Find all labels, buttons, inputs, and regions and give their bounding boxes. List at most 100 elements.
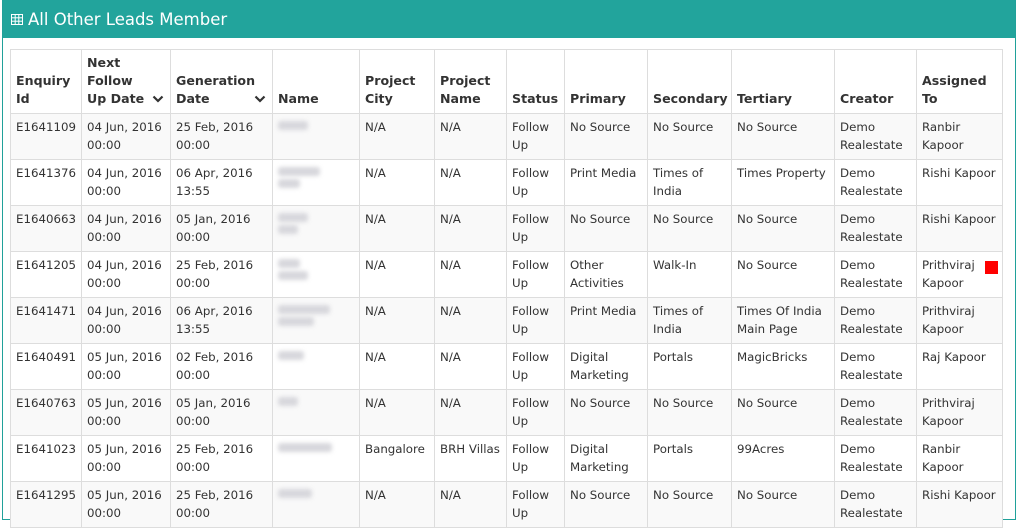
table-row[interactable]: E1641376 04 Jun, 2016 00:00 06 Apr, 2016 1…: [10, 159, 1003, 206]
redacted-name: [278, 305, 330, 314]
next-follow-up-cell: 04 Jun, 2016 00:00: [81, 297, 171, 344]
sort-chevron-down-icon[interactable]: [152, 93, 164, 105]
secondary-cell: Portals: [647, 343, 732, 390]
col-tertiary[interactable]: Tertiary: [731, 49, 835, 114]
status-cell: Follow Up: [506, 251, 565, 298]
generation-date-cell: 02 Feb, 2016 00:00: [170, 343, 273, 390]
generation-date-cell: 06 Apr, 2016 13:55: [170, 159, 273, 206]
sort-chevron-down-icon[interactable]: [254, 93, 266, 105]
col-name[interactable]: Name: [272, 49, 360, 114]
col-next-follow-up[interactable]: Next Follow Up Date: [81, 49, 171, 114]
tertiary-cell: No Source: [731, 205, 835, 252]
assigned-to-cell: Prithviraj Kapoor: [916, 389, 1003, 436]
creator-cell: Demo Realestate: [834, 297, 917, 344]
creator-cell: Demo Realestate: [834, 251, 917, 298]
redacted-name: [278, 167, 320, 176]
primary-cell: No Source: [564, 481, 648, 528]
assigned-to-cell: Prithviraj Kapoor: [916, 251, 1003, 298]
secondary-cell: No Source: [647, 481, 732, 528]
redacted-name: [278, 179, 300, 188]
col-enquiry-id[interactable]: Enquiry Id: [10, 49, 82, 114]
creator-cell: Demo Realestate: [834, 389, 917, 436]
col-secondary[interactable]: Secondary: [647, 49, 732, 114]
table-row[interactable]: E1640663 04 Jun, 2016 00:00 05 Jan, 2016 0…: [10, 205, 1003, 252]
project-name-cell: N/A: [434, 113, 507, 160]
status-cell: Follow Up: [506, 159, 565, 206]
enquiry-id-cell: E1641295: [10, 481, 82, 528]
tertiary-cell: No Source: [731, 251, 835, 298]
enquiry-id-cell: E1641376: [10, 159, 82, 206]
status-cell: Follow Up: [506, 297, 565, 344]
project-name-cell: N/A: [434, 389, 507, 436]
table-icon: [11, 10, 23, 29]
name-cell: [272, 159, 360, 206]
table-row[interactable]: E1641205 04 Jun, 2016 00:00 25 Feb, 2016 0…: [10, 251, 1003, 298]
secondary-cell: Times of India: [647, 159, 732, 206]
enquiry-id-cell: E1641023: [10, 435, 82, 482]
enquiry-id-cell: E1641471: [10, 297, 82, 344]
primary-cell: Print Media: [564, 159, 648, 206]
enquiry-id-cell: E1640491: [10, 343, 82, 390]
tertiary-cell: No Source: [731, 389, 835, 436]
name-cell: [272, 205, 360, 252]
enquiry-id-cell: E1640663: [10, 205, 82, 252]
table-row[interactable]: E1641109 04 Jun, 2016 00:00 25 Feb, 2016 0…: [10, 113, 1003, 160]
enquiry-id-cell: E1641109: [10, 113, 82, 160]
project-name-cell: N/A: [434, 343, 507, 390]
next-follow-up-cell: 05 Jun, 2016 00:00: [81, 343, 171, 390]
tertiary-cell: 99Acres: [731, 435, 835, 482]
enquiry-id-cell: E1641205: [10, 251, 82, 298]
redacted-name: [278, 225, 298, 234]
next-follow-up-cell: 04 Jun, 2016 00:00: [81, 113, 171, 160]
col-assigned-to[interactable]: Assigned To: [916, 49, 1003, 114]
project-city-cell: N/A: [359, 297, 435, 344]
generation-date-cell: 25 Feb, 2016 00:00: [170, 251, 273, 298]
project-name-cell: N/A: [434, 251, 507, 298]
project-name-cell: N/A: [434, 297, 507, 344]
col-project-city[interactable]: Project City: [359, 49, 435, 114]
generation-date-cell: 25 Feb, 2016 00:00: [170, 481, 273, 528]
assigned-to-cell: Rishi Kapoor: [916, 481, 1003, 528]
status-cell: Follow Up: [506, 481, 565, 528]
col-status[interactable]: Status: [506, 49, 565, 114]
tertiary-cell: Times Of India Main Page: [731, 297, 835, 344]
generation-date-cell: 25 Feb, 2016 00:00: [170, 113, 273, 160]
col-primary[interactable]: Primary: [564, 49, 648, 114]
red-marker: [985, 261, 998, 274]
secondary-cell: Walk-In: [647, 251, 732, 298]
table-row[interactable]: E1640491 05 Jun, 2016 00:00 02 Feb, 2016 0…: [10, 343, 1003, 390]
next-follow-up-cell: 05 Jun, 2016 00:00: [81, 435, 171, 482]
table-row[interactable]: E1641471 04 Jun, 2016 00:00 06 Apr, 2016 1…: [10, 297, 1003, 344]
tertiary-cell: MagicBricks: [731, 343, 835, 390]
assigned-to-cell: Rishi Kapoor: [916, 159, 1003, 206]
redacted-name: [278, 397, 298, 406]
status-cell: Follow Up: [506, 435, 565, 482]
assigned-to-cell: Prithviraj Kapoor: [916, 297, 1003, 344]
next-follow-up-cell: 04 Jun, 2016 00:00: [81, 159, 171, 206]
project-city-cell: N/A: [359, 343, 435, 390]
col-generation-date[interactable]: Generation Date: [170, 49, 273, 114]
redacted-name: [278, 259, 300, 268]
project-city-cell: Bangalore: [359, 435, 435, 482]
table-row[interactable]: E1641295 05 Jun, 2016 00:00 25 Feb, 2016 0…: [10, 481, 1003, 528]
name-cell: [272, 343, 360, 390]
redacted-name: [278, 213, 308, 222]
project-name-cell: N/A: [434, 481, 507, 528]
secondary-cell: No Source: [647, 113, 732, 160]
secondary-cell: No Source: [647, 389, 732, 436]
secondary-cell: Portals: [647, 435, 732, 482]
next-follow-up-cell: 05 Jun, 2016 00:00: [81, 389, 171, 436]
redacted-name: [278, 351, 304, 360]
primary-cell: Other Activities: [564, 251, 648, 298]
assigned-to-cell: Raj Kapoor: [916, 343, 1003, 390]
project-name-cell: BRH Villas: [434, 435, 507, 482]
table-header-row: Enquiry Id Next Follow Up Date Generatio…: [10, 49, 1003, 114]
table-row[interactable]: E1640763 05 Jun, 2016 00:00 05 Jan, 2016 0…: [10, 389, 1003, 436]
status-cell: Follow Up: [506, 343, 565, 390]
table-row[interactable]: E1641023 05 Jun, 2016 00:00 25 Feb, 2016 0…: [10, 435, 1003, 482]
redacted-name: [278, 121, 308, 130]
col-project-name[interactable]: Project Name: [434, 49, 507, 114]
status-cell: Follow Up: [506, 113, 565, 160]
next-follow-up-cell: 04 Jun, 2016 00:00: [81, 205, 171, 252]
col-creator[interactable]: Creator: [834, 49, 917, 114]
